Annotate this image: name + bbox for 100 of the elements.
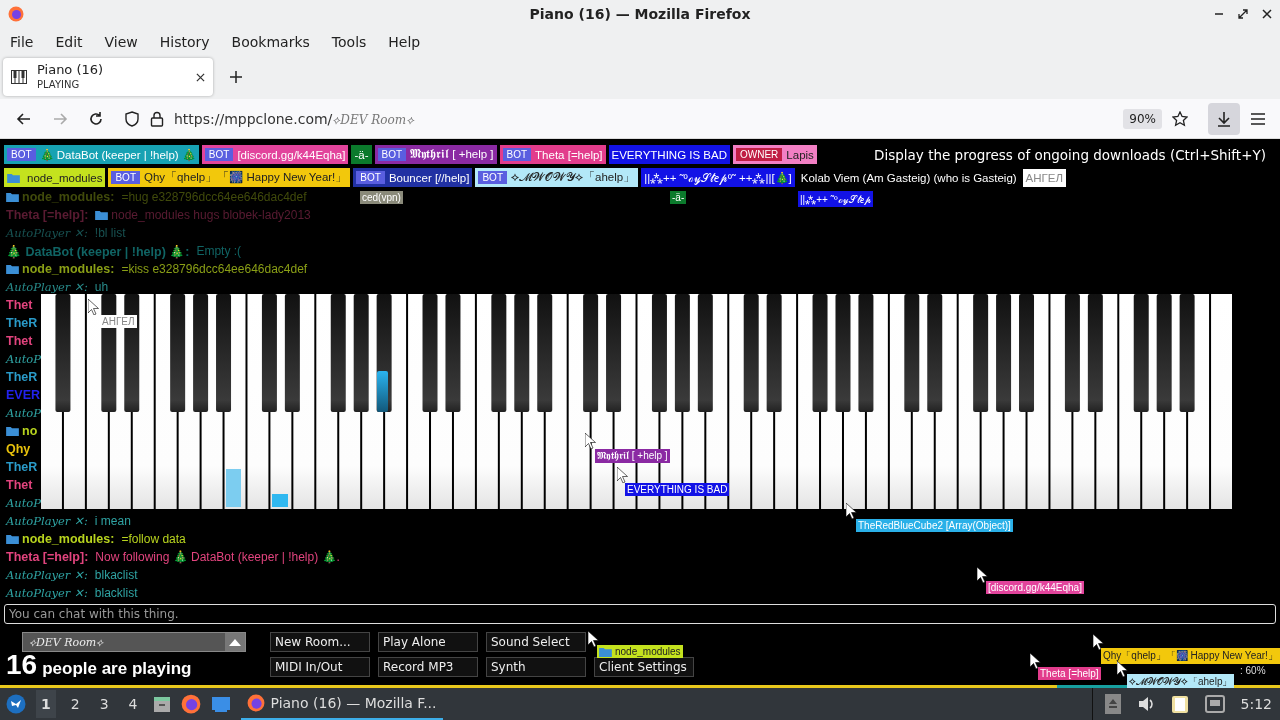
user-tag: BOT — [502, 148, 532, 161]
menu-item[interactable]: History — [159, 33, 222, 50]
cursor-label: ⟡𝓜𝓦𝓞𝓦𝓨⟡「ahelp」 — [1127, 674, 1235, 688]
shield-icon[interactable] — [124, 110, 140, 127]
workspace-button[interactable]: 3 — [94, 690, 114, 718]
menu-icon[interactable] — [1250, 111, 1266, 126]
tab-title: Piano (16) — [37, 62, 105, 77]
close-icon[interactable] — [196, 72, 205, 82]
firefox-icon — [246, 694, 265, 712]
chat-message: =kiss e328796dcc64ee646dac4def — [121, 262, 308, 276]
user-tag: BOT — [377, 148, 407, 161]
downloads-button[interactable] — [1208, 102, 1240, 135]
user-name: ⟡𝓜𝓦𝓞𝓦𝓨⟡「ahelp」 — [511, 170, 636, 185]
cursor-icon — [88, 299, 99, 315]
menu-item[interactable]: Edit — [55, 33, 95, 50]
workspace-button[interactable]: 4 — [123, 690, 143, 718]
reload-icon[interactable] — [88, 110, 104, 127]
user-badge[interactable]: BOT Theta [=help] — [499, 145, 606, 164]
chat-author: node_modules: — [22, 262, 115, 276]
user-tag: BOT — [356, 171, 385, 184]
chat-message: =follow data — [121, 532, 186, 546]
cursor-icon — [1093, 634, 1104, 650]
user-name: [discord.gg/k44Eqha] — [237, 148, 346, 161]
chat-input[interactable]: You can chat with this thing. — [4, 604, 1276, 624]
chat-author: EVER — [6, 388, 41, 402]
chat-author: Thet — [6, 334, 33, 348]
network-icon[interactable] — [1204, 695, 1225, 713]
menu-button[interactable]: Sound Select — [486, 632, 586, 652]
piano-keyboard-drawing[interactable] — [40, 294, 1233, 509]
eject-icon[interactable] — [1104, 694, 1121, 714]
file-cabinet-icon[interactable] — [152, 695, 171, 713]
back-icon[interactable] — [16, 110, 32, 127]
url-text[interactable]: https://mppclone.com/⟡DEV Room⟡ — [174, 110, 1114, 127]
chat-author: Thet — [6, 478, 33, 492]
chat-author: AutoPlayer ✕: — [6, 280, 88, 294]
menu-button[interactable]: Record MP3 — [378, 657, 478, 677]
chat-author: AutoP — [6, 352, 41, 366]
menu-item[interactable]: View — [104, 33, 150, 50]
menu-button[interactable]: Synth — [486, 657, 586, 677]
chat-author: TheR — [6, 460, 38, 474]
maximize-icon[interactable] — [1238, 9, 1248, 19]
zoom-badge[interactable]: 90% — [1123, 108, 1162, 129]
menu-button[interactable]: New Room... — [270, 632, 370, 652]
workspace-button[interactable]: 2 — [65, 690, 85, 718]
cursor-icon — [1117, 661, 1128, 677]
chat-message: Empty :( — [196, 244, 242, 258]
close-icon[interactable] — [1262, 9, 1272, 19]
chat-author: 🎄 DataBot (keeper | !help) 🎄: — [6, 243, 190, 259]
browser-tab[interactable]: Piano (16) PLAYING — [3, 58, 213, 96]
chat-message: Now following 🎄 DataBot (keeper | !help) 🎄. — [95, 550, 340, 564]
user-name: Theta [=help] — [535, 148, 603, 161]
menu-button[interactable]: Play Alone — [378, 632, 478, 652]
user-tag: BOT — [204, 148, 234, 161]
chat-author: AutoPlayer ✕: — [6, 568, 88, 582]
chat-author: Qhy — [6, 442, 31, 456]
firefox-icon[interactable] — [180, 694, 201, 714]
chat-message: uh — [94, 280, 109, 294]
user-badge[interactable]: node_modules — [4, 168, 106, 187]
menu-item[interactable]: Tools — [331, 33, 379, 50]
chat-author: node_modules: — [22, 532, 115, 546]
user-badge[interactable]: BOT 🎄 DataBot (keeper | !help) 🎄 — [4, 145, 199, 164]
room-select[interactable]: ⟡DEV Room⟡ — [22, 632, 246, 652]
user-name: node_modules — [27, 171, 103, 184]
chat-author: TheR — [6, 370, 38, 384]
menu-button[interactable]: Client Settings — [594, 657, 694, 677]
window-title: Piano (16) — Mozilla Firefox — [529, 6, 751, 22]
user-badge[interactable]: BOT Bouncer [//help] — [353, 168, 473, 187]
user-badge[interactable]: OWNER Lapis — [733, 145, 817, 164]
cursor-label: 𝕸𝖞𝖙𝖍𝖗𝖎𝖑 [ +help ] — [595, 449, 670, 463]
piano-icon — [11, 70, 27, 84]
lock-icon[interactable] — [150, 110, 164, 127]
menu-item[interactable]: Bookmarks — [231, 33, 322, 50]
user-badge[interactable]: BOT [discord.gg/k44Eqha] — [201, 145, 349, 164]
cursor-icon — [617, 467, 628, 483]
chat-author: AutoP — [6, 406, 41, 420]
new-tab-icon[interactable] — [229, 70, 243, 84]
user-badge[interactable]: BOT Qhy「qhelp」「🎆 Happy New Year!」 — [108, 168, 351, 187]
desktop-icon[interactable] — [210, 695, 231, 713]
cursor-label: ||⁂++ ˜ºℴ𝓎𝒮𝓉𝑒𝓅 — [798, 191, 873, 207]
user-name: 𝕸𝖞𝖙𝖍𝖗𝖎𝖑 [ +help ] — [410, 148, 494, 161]
menu-item[interactable]: Help — [388, 33, 433, 50]
taskbar-task[interactable]: Piano (16) — Mozilla F... — [240, 688, 443, 720]
cursor-label: АНГЕЛ — [100, 315, 137, 328]
chat-message: i mean — [94, 514, 131, 528]
cursor-label: EVERYTHING IS BAD — [625, 483, 730, 496]
start-menu-icon[interactable] — [6, 694, 26, 714]
star-icon[interactable] — [1172, 110, 1188, 127]
chat-author: Thet — [6, 298, 33, 312]
chat-message: node_modules hugs blobek-lady2013 — [111, 208, 311, 222]
workspace-button[interactable]: 1 — [36, 690, 56, 718]
menu-item[interactable]: File — [10, 33, 46, 50]
user-badge[interactable]: BOT 𝕸𝖞𝖙𝖍𝖗𝖎𝖑 [ +help ] — [374, 145, 497, 164]
user-name: Lapis — [786, 148, 814, 161]
caret-icon — [229, 638, 241, 646]
user-badge[interactable]: BOT ⟡𝓜𝓦𝓞𝓦𝓨⟡「ahelp」 — [475, 168, 639, 187]
clipboard-icon[interactable] — [1170, 694, 1189, 714]
speaker-icon[interactable] — [1136, 695, 1155, 713]
cursor-icon — [1030, 653, 1041, 669]
chat-author: TheR — [6, 316, 38, 330]
menu-button[interactable]: MIDI In/Out — [270, 657, 370, 677]
